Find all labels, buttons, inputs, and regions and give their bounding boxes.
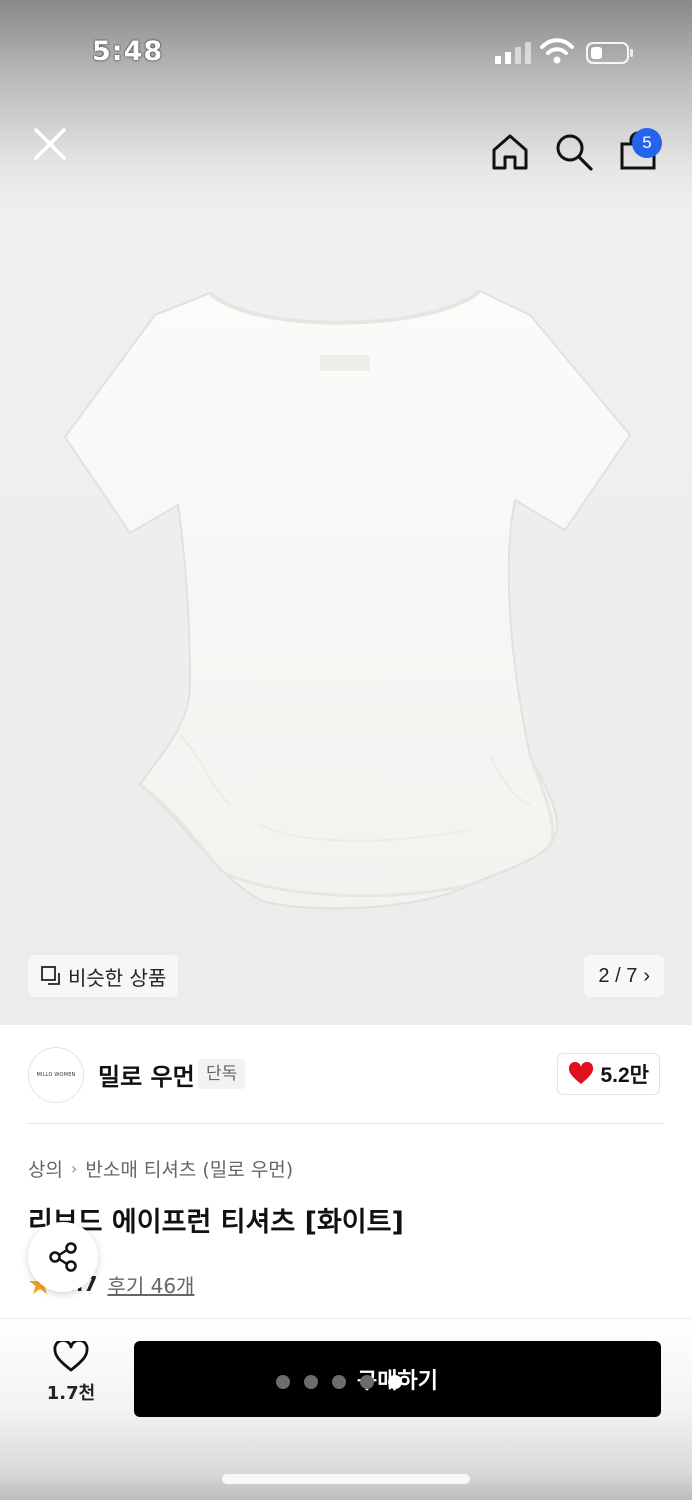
home-icon[interactable] [488, 130, 532, 174]
top-navigation [0, 110, 692, 180]
heart-filled-icon [569, 1062, 594, 1084]
wifi-icon [540, 38, 574, 64]
cellular-signal-icon [495, 42, 531, 64]
brand-like-count: 5.2만 [600, 1064, 649, 1087]
wishlist-button[interactable]: 1.7천 [38, 1341, 104, 1421]
search-icon[interactable] [552, 130, 596, 174]
share-icon [49, 1242, 77, 1272]
loading-indicator [276, 1375, 402, 1389]
product-detail-screen: 비슷한 상품 2 / 7 › 5:48 5 MILLO WOMEN 밀로 우먼 … [0, 0, 692, 1500]
image-pager-count: 2 / 7 [598, 964, 638, 987]
heart-outline-icon [53, 1341, 89, 1372]
breadcrumb: 상의 › 반소매 티셔츠 (밀로 우먼) [28, 1155, 293, 1182]
loading-dot [304, 1375, 318, 1389]
loading-dot [332, 1375, 346, 1389]
divider [28, 1123, 664, 1124]
image-pager[interactable]: 2 / 7 › [584, 955, 664, 997]
product-image-gallery[interactable]: 비슷한 상품 2 / 7 › [0, 205, 692, 1025]
home-indicator[interactable] [222, 1474, 470, 1484]
brand-like-button[interactable]: 5.2만 [557, 1053, 660, 1095]
bottom-action-bar: 1.7천 구매하기 [0, 1318, 692, 1500]
loading-dot [276, 1375, 290, 1389]
cart-count-badge: 5 [632, 128, 662, 158]
battery-icon [586, 42, 633, 64]
close-icon[interactable] [28, 122, 72, 166]
product-photo-white-ruffle-tshirt [63, 289, 632, 910]
similar-products-label: 비슷한 상품 [68, 965, 167, 990]
similar-products-icon [41, 966, 60, 985]
brand-logo[interactable]: MILLO WOMEN [28, 1047, 84, 1103]
breadcrumb-subcategory[interactable]: 반소매 티셔츠 (밀로 우먼) [85, 1155, 293, 1182]
exclusive-badge: 단독 [198, 1059, 246, 1089]
share-button[interactable] [28, 1222, 98, 1292]
status-time: 5:48 [92, 36, 164, 67]
similar-products-button[interactable]: 비슷한 상품 [28, 955, 179, 997]
review-count-link[interactable]: 후기 46개 [107, 1270, 194, 1299]
loading-dot [360, 1375, 374, 1389]
breadcrumb-category[interactable]: 상의 [28, 1155, 63, 1182]
status-bar: 5:48 [0, 30, 692, 74]
brand-row[interactable]: MILLO WOMEN 밀로 우먼 단독 5.2만 [28, 1045, 664, 1105]
loading-dot-active [388, 1375, 402, 1389]
wishlist-count: 1.7천 [46, 1383, 96, 1404]
brand-name[interactable]: 밀로 우먼 [98, 1057, 195, 1092]
chevron-right-icon: › [643, 964, 650, 987]
chevron-right-icon: › [70, 1159, 78, 1178]
